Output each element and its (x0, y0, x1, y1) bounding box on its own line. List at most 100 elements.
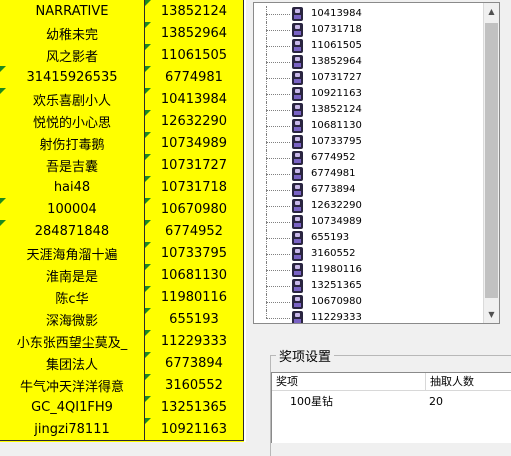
tree-item[interactable]: 11061505 (254, 38, 485, 54)
cell-comment-marker-icon (145, 0, 151, 6)
sheet-cell-name[interactable]: 深海微影 (0, 308, 145, 331)
tree-item[interactable]: 10733795 (254, 134, 485, 150)
sheet-cell-name[interactable]: 淮南是是 (0, 264, 145, 287)
sheet-cell-id[interactable]: 10413984 (145, 88, 244, 111)
sheet-cell-name[interactable]: 100004 (0, 198, 145, 221)
tree-connector-line (266, 158, 290, 159)
user-avatar-icon (292, 199, 303, 213)
sheet-cell-id[interactable]: 11061505 (145, 44, 244, 67)
sheet-cell-name[interactable]: 小东张西望尘莫及_ (0, 330, 145, 353)
sheet-row: 31415926535 6774981 (0, 66, 244, 89)
cell-comment-marker-icon (145, 66, 151, 72)
sheet-row: 天涯海角溜十遍 10733795 (0, 242, 244, 265)
tree-item[interactable]: 655193 (254, 230, 485, 246)
tree-vertical-scrollbar[interactable]: ▲ ▼ (483, 3, 499, 323)
tree-item[interactable]: 6774981 (254, 166, 485, 182)
sheet-cell-id[interactable]: 655193 (145, 308, 244, 331)
prize-row-count[interactable]: 20 (429, 394, 443, 410)
scrollbar-thumb[interactable] (485, 23, 498, 298)
cell-comment-marker-icon (0, 220, 6, 226)
user-avatar-icon (292, 119, 303, 133)
cell-comment-marker-icon (145, 44, 151, 50)
tree-item[interactable]: 13852124 (254, 102, 485, 118)
tree-item[interactable]: 10734989 (254, 214, 485, 230)
tree-item[interactable]: 10413984 (254, 6, 485, 22)
sheet-cell-id[interactable]: 6774981 (145, 66, 244, 89)
tree-connector-line (266, 46, 290, 47)
tree-item[interactable]: 13251365 (254, 278, 485, 294)
sheet-cell-id[interactable]: 10921163 (145, 418, 244, 441)
tree-connector-line (266, 14, 290, 15)
sheet-cell-id[interactable]: 10731718 (145, 176, 244, 199)
sheet-cell-id[interactable]: 10670980 (145, 198, 244, 221)
tree-item-label: 10731727 (311, 72, 362, 83)
tree-item[interactable]: 3160552 (254, 246, 485, 262)
tree-item[interactable]: 11980116 (254, 262, 485, 278)
cell-comment-marker-icon (145, 286, 151, 292)
tree-connector-line (266, 238, 290, 239)
tree-item[interactable]: 10731718 (254, 22, 485, 38)
sheet-cell-name[interactable]: 幼稚未完 (0, 22, 145, 45)
cell-comment-marker-icon (145, 22, 151, 28)
tree-item[interactable]: 11229333 (254, 310, 485, 323)
sheet-cell-name[interactable]: 欢乐喜剧小人 (0, 88, 145, 111)
cell-comment-marker-icon (0, 88, 6, 94)
sheet-cell-name[interactable]: 集团法人 (0, 352, 145, 375)
sheet-cell-id[interactable]: 13852964 (145, 22, 244, 45)
tree-item[interactable]: 10670980 (254, 294, 485, 310)
sheet-cell-id[interactable]: 6773894 (145, 352, 244, 375)
user-avatar-icon (292, 23, 303, 37)
scroll-up-button[interactable]: ▲ (484, 3, 499, 20)
sheet-cell-name[interactable]: 284871848 (0, 220, 145, 243)
sheet-cell-id[interactable]: 10734989 (145, 132, 244, 155)
sheet-cell-name[interactable]: 吾是吉囊 (0, 154, 145, 177)
user-avatar-icon (292, 263, 303, 277)
sheet-cell-id[interactable]: 10733795 (145, 242, 244, 265)
sheet-cell-id[interactable]: 6774952 (145, 220, 244, 243)
sheet-cell-name[interactable]: 陈c华 (0, 286, 145, 309)
sheet-cell-id[interactable]: 11980116 (145, 286, 244, 309)
sheet-cell-id[interactable]: 12632290 (145, 110, 244, 133)
scroll-down-button[interactable]: ▼ (484, 306, 499, 323)
column-header-item[interactable]: 奖项 (272, 373, 426, 391)
tree-item-label: 6773894 (311, 184, 356, 195)
tree-item[interactable]: 13852964 (254, 54, 485, 70)
tree-item[interactable]: 6773894 (254, 182, 485, 198)
user-avatar-icon (292, 311, 303, 323)
sheet-cell-name[interactable]: 悦悦的小心思 (0, 110, 145, 133)
sheet-cell-name[interactable]: NARRATIVE (0, 0, 145, 23)
sheet-cell-id[interactable]: 11229333 (145, 330, 244, 353)
sheet-row: 悦悦的小心思 12632290 (0, 110, 244, 133)
prize-row-item[interactable]: 100星钻 (290, 394, 333, 410)
sheet-cell-name[interactable]: GC_4QI1FH9 (0, 396, 145, 419)
tree-item[interactable]: 10681130 (254, 118, 485, 134)
tree-connector-line (266, 174, 290, 175)
sheet-cell-id[interactable]: 13251365 (145, 396, 244, 419)
sheet-cell-id[interactable]: 10731727 (145, 154, 244, 177)
user-avatar-icon (292, 231, 303, 245)
sheet-cell-name[interactable]: 射伤打毒鹅 (0, 132, 145, 155)
sheet-cell-name[interactable]: 风之影者 (0, 44, 145, 67)
sheet-cell-id[interactable]: 10681130 (145, 264, 244, 287)
tree-item[interactable]: 6774952 (254, 150, 485, 166)
tree-connector-line (266, 270, 290, 271)
sheet-cell-id[interactable]: 13852124 (145, 0, 244, 23)
sheet-row: 风之影者 11061505 (0, 44, 244, 67)
yellow-spreadsheet: NARRATIVE 13852124 幼稚未完 13852964 风之影者 1106150… (0, 0, 244, 442)
sheet-cell-name[interactable]: 天涯海角溜十遍 (0, 242, 145, 265)
sheet-cell-name[interactable]: 牛气冲天洋洋得意 (0, 374, 145, 397)
sheet-cell-name[interactable]: jingzi78111 (0, 418, 145, 441)
sheet-row: jingzi78111 10921163 (0, 418, 244, 441)
tree-item[interactable]: 10921163 (254, 86, 485, 102)
column-header-count[interactable]: 抽取人数 (426, 373, 511, 391)
sheet-cell-name[interactable]: 31415926535 (0, 66, 145, 89)
tree-item-label: 10733795 (311, 136, 362, 147)
sheet-cell-id[interactable]: 3160552 (145, 374, 244, 397)
sheet-cell-name[interactable]: hai48 (0, 176, 145, 199)
user-tree-view[interactable]: 10413984 10731718 11061505 13852964 10731727… (253, 2, 500, 324)
cell-comment-marker-icon (145, 352, 151, 358)
tree-item[interactable]: 12632290 (254, 198, 485, 214)
prize-table[interactable]: 奖项 抽取人数 100星钻 20 (271, 372, 511, 443)
tree-item[interactable]: 10731727 (254, 70, 485, 86)
tree-connector-line (266, 78, 290, 79)
